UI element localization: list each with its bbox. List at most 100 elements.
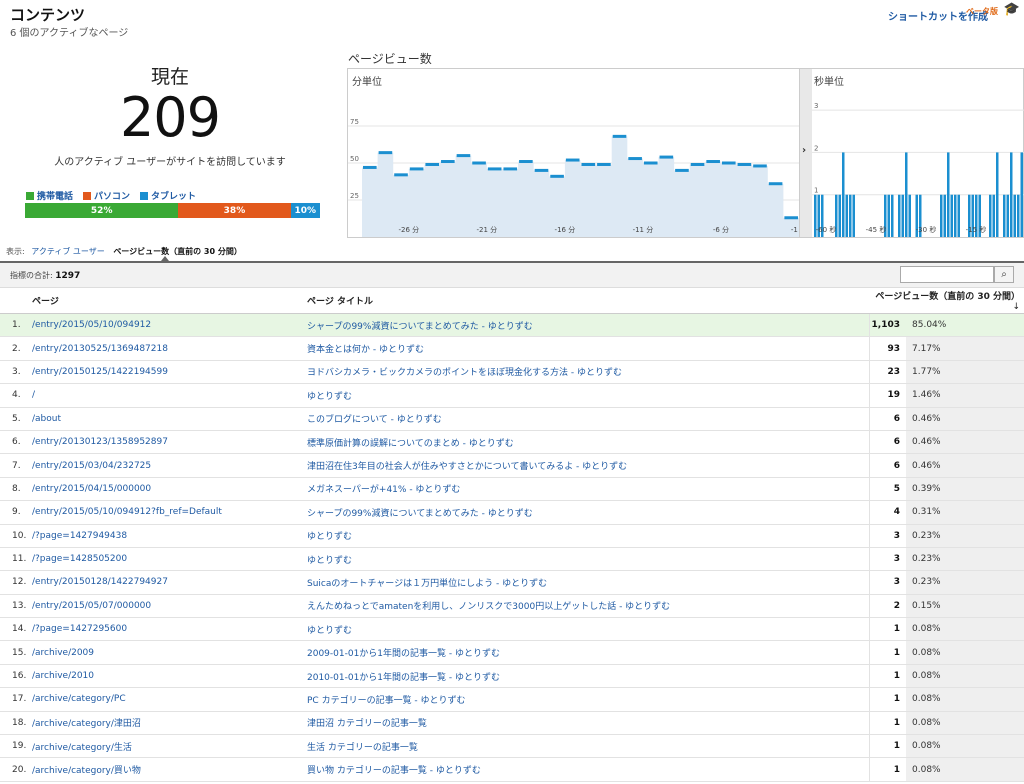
table-row: 10./?page=1427949438 ゆとりずむ 3 0.23% (0, 524, 1024, 548)
pageview-percent: 0.46% (906, 453, 1024, 478)
row-index: 6. (0, 430, 28, 455)
page-link[interactable]: /?page=1427295600 (28, 617, 303, 642)
header-page-title[interactable]: ページ タイトル (303, 288, 869, 314)
page-link[interactable]: /entry/2015/04/15/000000 (28, 477, 303, 502)
table-row: 8./entry/2015/04/15/000000 メガネスーパーが+41% -… (0, 477, 1024, 502)
page-title-link[interactable]: メガネスーパーが+41% - ゆとりずむ (303, 477, 869, 502)
page-link[interactable]: /entry/20130525/1369487218 (28, 336, 303, 361)
pageview-percent: 0.46% (906, 430, 1024, 455)
table-row: 4. / ゆとりずむ 19 1.46% (0, 383, 1024, 408)
page-link[interactable]: /archive/category/買い物 (28, 757, 303, 782)
page-title-link[interactable]: ヨドバシカメラ・ビックカメラのポイントをほぼ現金化する方法 - ゆとりずむ (303, 360, 869, 385)
totals-value: 1297 (55, 271, 81, 281)
row-index: 17. (0, 687, 28, 712)
search-input[interactable] (900, 266, 994, 283)
pageview-percent: 0.08% (906, 617, 1024, 642)
page-link[interactable]: /entry/20150128/1422794927 (28, 570, 303, 595)
page-link[interactable]: /archive/2010 (28, 664, 303, 689)
y-tick-label: 25 (350, 192, 359, 200)
page-title-link[interactable]: 津田沼在住3年目の社会人が住みやすさとかについて書いてみるよ - ゆとりずむ (303, 453, 869, 478)
view-prefix: 表示: (6, 247, 25, 256)
pageview-percent: 0.23% (906, 570, 1024, 595)
page-title-link[interactable]: 2009-01-01から1年間の記事一覧 - ゆとりずむ (303, 640, 869, 665)
page-title-link[interactable]: ゆとりずむ (303, 617, 869, 642)
page-title-link[interactable]: 標準原価計算の誤解についてのまとめ - ゆとりずむ (303, 430, 869, 455)
chevron-right-icon: › (802, 145, 807, 156)
table-row: 13./entry/2015/05/07/000000 えんためねっとでamate… (0, 594, 1024, 619)
view-option-active-users[interactable]: アクティブ ユーザー (31, 247, 105, 256)
per-second-chart: 秒単位 1 2 3 -60 秒 -45 秒 -30 秒 -15 秒 (812, 68, 1024, 238)
pageview-count: 3 (868, 524, 906, 548)
row-index: 16. (0, 664, 28, 689)
x-tick-label: -6 分 (713, 225, 729, 234)
chart-toggle[interactable]: › (800, 68, 812, 238)
page-link[interactable]: /archive/2009 (28, 640, 303, 665)
page-link[interactable]: /about (28, 407, 303, 431)
header-page[interactable]: ページ (28, 288, 303, 314)
second-bar (950, 194, 953, 237)
page-title-link[interactable]: シャープの99%減資についてまとめてみた - ゆとりずむ (303, 313, 869, 338)
view-option-pageviews[interactable]: ページビュー数（直前の 30 分間） (113, 247, 242, 256)
pageview-percent: 1.46% (906, 383, 1024, 408)
y-tick-label: 3 (814, 102, 818, 110)
page-link[interactable]: /entry/2015/05/07/000000 (28, 594, 303, 619)
pageviews-title: ページビュー数 (348, 52, 432, 66)
area-fill (362, 136, 799, 237)
page-link[interactable]: /archive/category/津田沼 (28, 711, 303, 736)
table-row: 9./entry/2015/05/10/094912?fb_ref=Defaul… (0, 500, 1024, 525)
pageview-percent: 0.08% (906, 640, 1024, 665)
page-title-link[interactable]: シャープの99%減資についてまとめてみた - ゆとりずむ (303, 500, 869, 525)
page-link[interactable]: /archive/category/PC (28, 687, 303, 712)
pageview-count: 1 (868, 640, 906, 665)
page-link[interactable]: /entry/20150125/1422194599 (28, 360, 303, 385)
page-title-link[interactable]: 2010-01-01から1年間の記事一覧 - ゆとりずむ (303, 664, 869, 689)
totals-bar: 指標の合計: 1297 ⌕ (0, 263, 1024, 288)
page-title-link[interactable]: 生活 カテゴリーの記事一覧 (303, 734, 869, 759)
row-index: 1. (0, 313, 28, 338)
page-title-link[interactable]: ゆとりずむ (303, 547, 869, 572)
search-icon[interactable]: ⌕ (994, 266, 1014, 283)
page-title-link[interactable]: Suicaのオートチャージは１万円単位にしよう - ゆとりずむ (303, 570, 869, 595)
beta-badge: ベータ版 (966, 7, 998, 16)
per-second-label: 秒単位 (814, 77, 844, 88)
second-bar (943, 194, 946, 237)
page-title-link[interactable]: PC カテゴリーの記事一覧 - ゆとりずむ (303, 687, 869, 712)
graduation-cap-icon[interactable]: 🎓 (1004, 2, 1020, 17)
header-pageviews[interactable]: ページビュー数（直前の 30 分間） ↓ (869, 288, 1024, 314)
page-link[interactable]: /?page=1428505200 (28, 547, 303, 572)
page-title-link[interactable]: 資本金とは何か - ゆとりずむ (303, 336, 869, 361)
page-link[interactable]: /archive/category/生活 (28, 734, 303, 759)
page-title: コンテンツ (10, 6, 86, 24)
sort-arrow-icon: ↓ (1012, 302, 1020, 312)
table-row: 2./entry/20130525/1369487218 資本金とは何か - ゆと… (0, 336, 1024, 361)
y-tick-label: 2 (814, 144, 818, 152)
legend-label: タブレット (151, 192, 197, 202)
page-title-link[interactable]: ゆとりずむ (303, 524, 869, 548)
page-link[interactable]: /entry/2015/05/10/094912?fb_ref=Default (28, 500, 303, 525)
page-title-link[interactable]: えんためねっとでamatenを利用し、ノンリスクで3000円以上ゲットした話 -… (303, 594, 869, 619)
second-bar (838, 194, 841, 237)
page-link[interactable]: /?page=1427949438 (28, 524, 303, 548)
pages-table: ページ ページ タイトル ページビュー数（直前の 30 分間） ↓ 1./ent… (0, 288, 1024, 782)
row-index: 12. (0, 570, 28, 595)
y-tick-label: 50 (350, 155, 359, 163)
second-bar (1010, 152, 1013, 237)
pageview-count: 1 (868, 687, 906, 712)
page-title-link[interactable]: 津田沼 カテゴリーの記事一覧 (303, 711, 869, 736)
pageview-percent: 0.08% (906, 757, 1024, 782)
row-index: 10. (0, 524, 28, 548)
row-index: 2. (0, 336, 28, 361)
page-link[interactable]: / (28, 383, 303, 408)
page-link[interactable]: /entry/2015/03/04/232725 (28, 453, 303, 478)
second-bar (1013, 194, 1016, 237)
page-link[interactable]: /entry/2015/05/10/094912 (28, 313, 303, 338)
second-bar (845, 194, 848, 237)
page-title-link[interactable]: ゆとりずむ (303, 383, 869, 408)
page-title-link[interactable]: 買い物 カテゴリーの記事一覧 - ゆとりずむ (303, 757, 869, 782)
page-link[interactable]: /entry/20130123/1358952897 (28, 430, 303, 455)
pageview-percent: 0.15% (906, 594, 1024, 619)
pageview-count: 6 (868, 430, 906, 455)
device-split-bar: 52% 38% 10% (25, 203, 320, 218)
page-title-link[interactable]: このブログについて - ゆとりずむ (303, 407, 869, 431)
active-user-count: 209 (119, 86, 221, 149)
